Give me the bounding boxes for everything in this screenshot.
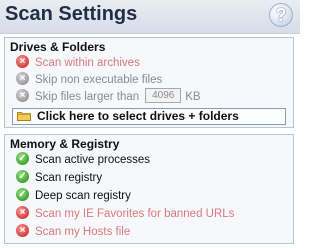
drives-folders-title: Drives & Folders: [10, 40, 106, 54]
option-label: Skip non executable files: [35, 74, 163, 86]
skip-large-files-option[interactable]: × Skip files larger than 4096 KB: [16, 88, 201, 105]
select-drives-folders-button[interactable]: Click here to select drives + folders: [12, 108, 286, 125]
memory-registry-title: Memory & Registry: [10, 137, 120, 151]
red-x-icon: ×: [16, 224, 29, 238]
option-label: Scan my Hosts file: [35, 226, 131, 238]
skip-non-executable-option[interactable]: × Skip non executable files: [16, 72, 162, 88]
header: Scan Settings ?: [0, 0, 300, 34]
red-x-icon: ×: [16, 206, 29, 220]
scan-ie-favorites-option[interactable]: × Scan my IE Favorites for banned URLs: [16, 206, 234, 222]
option-label: Skip files larger than: [35, 91, 140, 103]
green-check-icon: ✓: [16, 188, 29, 202]
deep-scan-registry-option[interactable]: ✓ Deep scan registry: [16, 188, 131, 204]
option-label: Scan my IE Favorites for banned URLs: [35, 208, 235, 220]
scan-hosts-file-option[interactable]: × Scan my Hosts file: [16, 224, 130, 240]
option-label: Scan within archives: [35, 57, 140, 69]
size-unit-label: KB: [185, 91, 201, 103]
option-label: Scan active processes: [35, 154, 151, 166]
help-icon[interactable]: ?: [269, 3, 293, 27]
green-check-icon: ✓: [16, 152, 29, 166]
option-label: Scan registry: [35, 172, 103, 184]
scan-within-archives-option[interactable]: × Scan within archives: [16, 55, 140, 71]
memory-registry-panel: Memory & Registry ✓ Scan active processes…: [4, 134, 294, 244]
gray-x-icon: ×: [16, 89, 29, 103]
red-x-icon: ×: [16, 55, 29, 69]
green-check-icon: ✓: [16, 170, 29, 184]
scan-registry-option[interactable]: ✓ Scan registry: [16, 170, 102, 186]
gray-x-icon: ×: [16, 72, 29, 86]
select-button-label: Click here to select drives + folders: [37, 109, 239, 123]
max-file-size-input[interactable]: 4096: [145, 88, 182, 104]
scan-active-processes-option[interactable]: ✓ Scan active processes: [16, 152, 150, 168]
option-label: Deep scan registry: [35, 190, 131, 202]
drives-folders-panel: Drives & Folders × Scan within archives ×…: [4, 37, 294, 128]
folder-icon: [17, 111, 31, 121]
page-title: Scan Settings: [5, 3, 138, 25]
